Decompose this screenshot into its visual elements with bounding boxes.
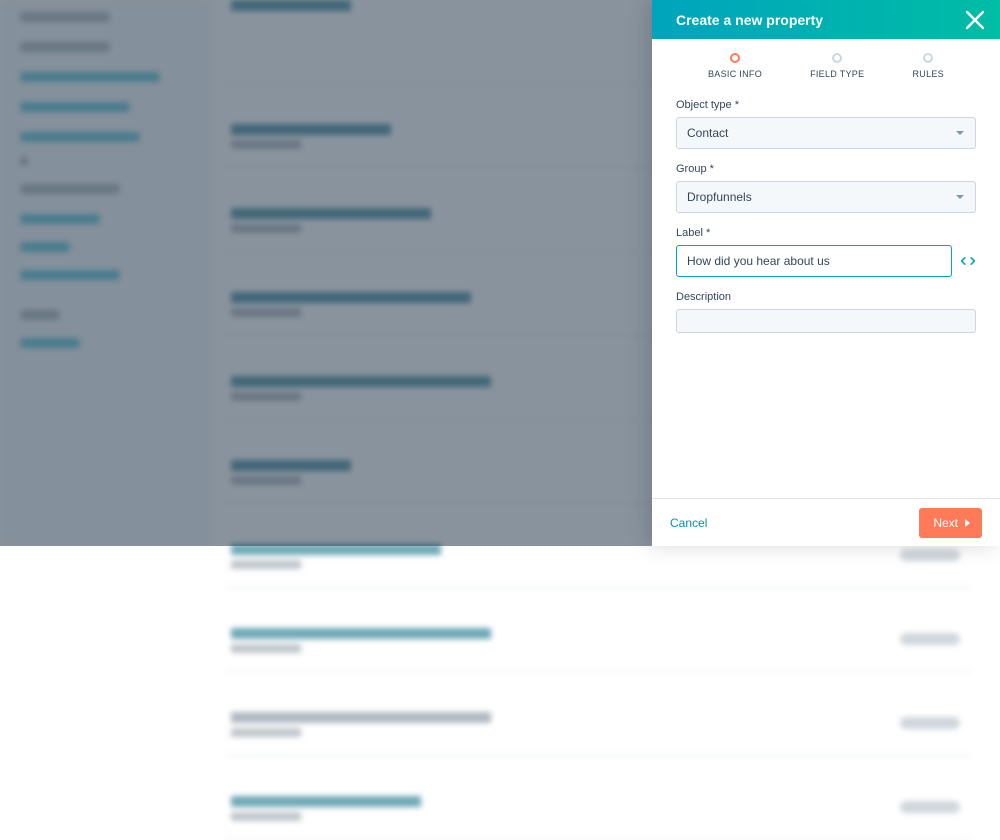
object-type-value: Contact <box>687 126 728 140</box>
object-type-label: Object type * <box>676 99 976 111</box>
description-label: Description <box>676 291 976 303</box>
group-value: Dropfunnels <box>687 190 752 204</box>
step-label: RULES <box>912 69 944 79</box>
label-field-label: Label * <box>676 227 976 239</box>
chevron-right-icon <box>964 518 972 528</box>
panel-footer: Cancel Next <box>652 498 1000 546</box>
object-type-select[interactable]: Contact <box>676 117 976 149</box>
step-dot-icon <box>923 53 933 63</box>
chevron-down-icon <box>955 128 965 138</box>
step-rules[interactable]: RULES <box>912 53 944 79</box>
create-property-panel: Create a new property BASIC INFO FIELD T… <box>652 0 1000 546</box>
step-field-type[interactable]: FIELD TYPE <box>810 53 864 79</box>
step-dot-icon <box>832 53 842 63</box>
panel-header: Create a new property <box>652 0 1000 39</box>
next-button[interactable]: Next <box>919 508 982 538</box>
close-icon[interactable] <box>964 9 986 31</box>
panel-title: Create a new property <box>676 12 964 28</box>
step-label: FIELD TYPE <box>810 69 864 79</box>
group-label: Group * <box>676 163 976 175</box>
chevron-down-icon <box>955 192 965 202</box>
description-input[interactable] <box>676 309 976 333</box>
group-select[interactable]: Dropfunnels <box>676 181 976 213</box>
next-button-label: Next <box>933 516 958 530</box>
step-label: BASIC INFO <box>708 69 762 79</box>
form: Object type * Contact Group * Dropfunnel… <box>652 83 1000 333</box>
label-input[interactable] <box>676 245 952 277</box>
step-basic-info[interactable]: BASIC INFO <box>708 53 762 79</box>
step-dot-icon <box>730 53 740 63</box>
cancel-button[interactable]: Cancel <box>670 516 707 530</box>
stepper: BASIC INFO FIELD TYPE RULES <box>652 39 1000 83</box>
code-icon[interactable] <box>960 254 976 268</box>
